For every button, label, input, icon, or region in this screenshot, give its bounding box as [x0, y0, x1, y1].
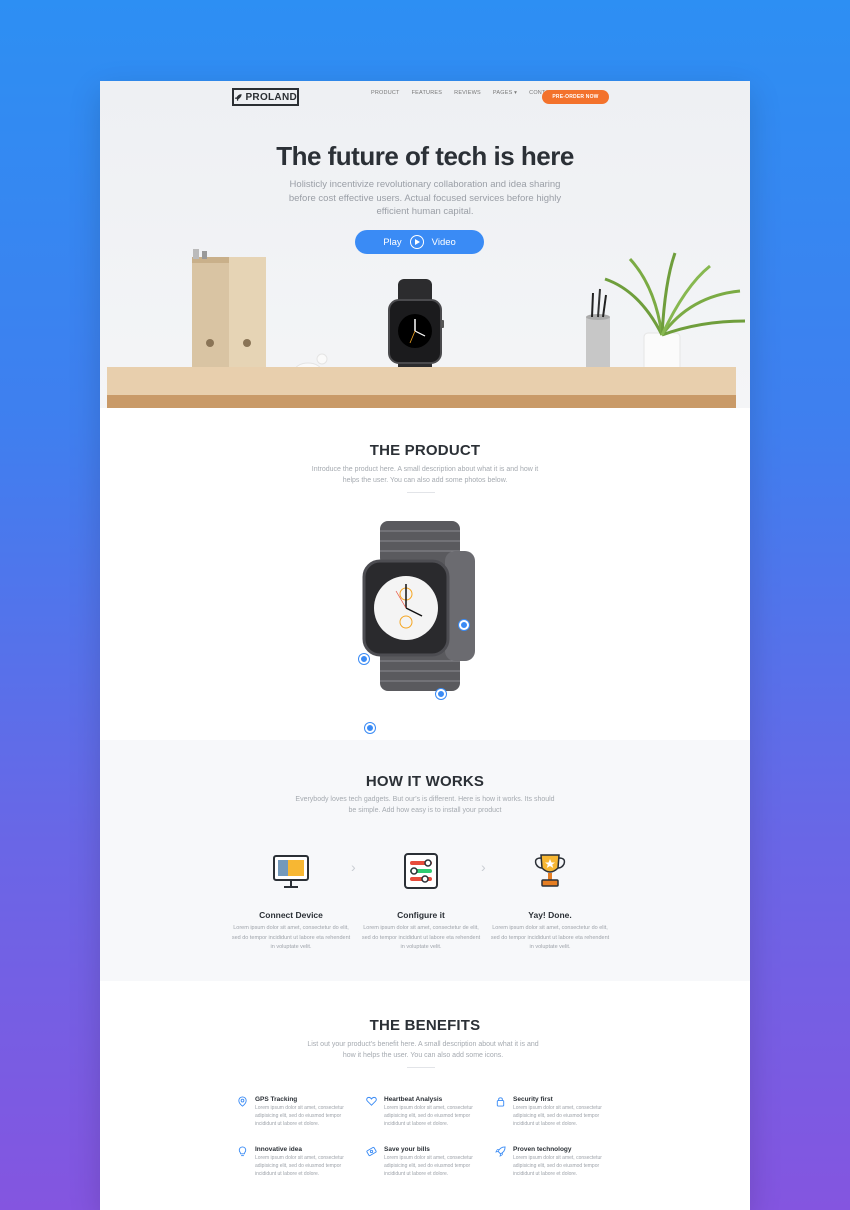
benefits-divider — [407, 1067, 435, 1068]
hotspot-3[interactable] — [436, 689, 446, 699]
benefit-text: Lorem ipsum dolor sit amet, consectetur … — [513, 1155, 602, 1177]
product-watch-image — [362, 521, 475, 691]
step-title: Yay! Done. — [528, 910, 572, 920]
magazine-holder-image — [192, 249, 266, 375]
step-text: Lorem ipsum dolor sit amet, consectetur … — [231, 925, 351, 950]
benefit-title: Heartbeat Analysis — [384, 1096, 443, 1103]
step-text: Lorem ipsum dolor sit amet, consectetur … — [361, 925, 481, 950]
benefits-title: THE BENEFITS — [369, 1017, 481, 1034]
how-title: HOW IT WORKS — [365, 773, 485, 790]
lightbulb-icon — [238, 1146, 247, 1157]
potted-plant-image — [604, 252, 746, 378]
lock-icon — [496, 1097, 505, 1107]
heart-icon — [366, 1096, 377, 1106]
product-subtitle: Introduce the product here. A small desc… — [311, 466, 539, 484]
how-it-works-section: HOW IT WORKS Everybody loves tech gadget… — [100, 740, 750, 981]
hotspot-2[interactable] — [359, 654, 369, 664]
benefit-title: Security first — [513, 1096, 553, 1103]
landing-page: PROLAND PRODUCT FEATURES REVIEWS PAGES ▾… — [100, 81, 750, 1210]
benefit-title: Proven technology — [513, 1146, 572, 1153]
map-pin-icon — [238, 1096, 247, 1107]
step-title: Connect Device — [259, 910, 323, 920]
benefit-text: Lorem ipsum dolor sit amet, consectetur … — [384, 1155, 473, 1177]
benefit-text: Lorem ipsum dolor sit amet, consectetur … — [255, 1105, 344, 1127]
hotspot-1[interactable] — [459, 620, 469, 630]
settings-toggles-icon — [404, 853, 438, 889]
hero-section: PROLAND PRODUCT FEATURES REVIEWS PAGES ▾… — [100, 81, 750, 408]
monitor-icon — [273, 855, 309, 888]
benefit-text: Lorem ipsum dolor sit amet, consectetur … — [384, 1105, 473, 1127]
step-title: Configure it — [397, 910, 445, 920]
desk-top-image — [107, 367, 736, 408]
step-connect-device: Connect Device Lorem ipsum dolor sit ame… — [231, 851, 351, 953]
step-text: Lorem ipsum dolor sit amet, consectetur … — [490, 925, 610, 950]
product-divider — [407, 492, 435, 493]
benefit-text: Lorem ipsum dolor sit amet, consectetur … — [255, 1155, 344, 1177]
benefit-title: Innovative idea — [255, 1146, 302, 1153]
benefit-title: GPS Tracking — [255, 1096, 298, 1103]
trophy-icon — [534, 854, 566, 887]
pencil-cup-image — [586, 288, 610, 374]
step-configure: Configure it Lorem ipsum dolor sit amet,… — [361, 851, 481, 953]
benefit-text: Lorem ipsum dolor sit amet, consectetur … — [513, 1105, 602, 1127]
how-subtitle: Everybody loves tech gadgets. But our's … — [295, 796, 555, 814]
product-title: THE PRODUCT — [369, 442, 481, 459]
chevron-right-icon: › — [481, 859, 486, 875]
desk-scene-image — [188, 249, 746, 385]
benefits-subtitle: List out your product's benefit here. A … — [307, 1041, 539, 1059]
benefit-title: Save your bills — [384, 1146, 430, 1153]
hotspot-4[interactable] — [365, 723, 375, 733]
money-icon — [366, 1146, 377, 1157]
rocket-icon — [495, 1146, 506, 1157]
chevron-right-icon: › — [351, 859, 356, 875]
step-done: Yay! Done. Lorem ipsum dolor sit amet, c… — [490, 851, 610, 953]
